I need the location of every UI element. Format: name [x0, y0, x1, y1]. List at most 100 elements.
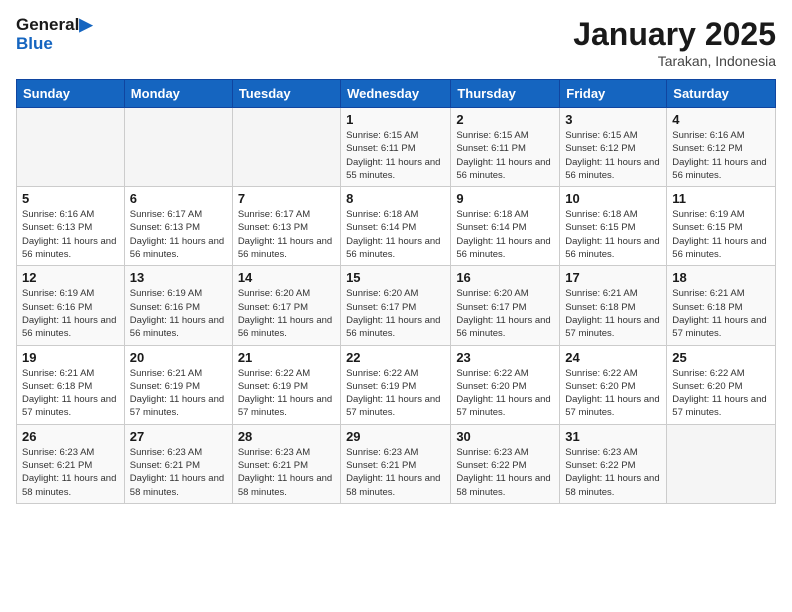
calendar-cell: 11 Sunrise: 6:19 AM Sunset: 6:15 PM Dayli…	[667, 187, 776, 266]
day-number: 1	[346, 112, 445, 127]
day-info: Sunrise: 6:21 AM Sunset: 6:18 PM Dayligh…	[672, 287, 770, 340]
day-info: Sunrise: 6:20 AM Sunset: 6:17 PM Dayligh…	[456, 287, 554, 340]
day-number: 13	[130, 270, 227, 285]
day-info: Sunrise: 6:20 AM Sunset: 6:17 PM Dayligh…	[238, 287, 335, 340]
day-number: 7	[238, 191, 335, 206]
weekday-header: Monday	[124, 80, 232, 108]
day-number: 12	[22, 270, 119, 285]
location-subtitle: Tarakan, Indonesia	[573, 53, 776, 69]
calendar-cell: 25Sunrise: 6:22 AM Sunset: 6:20 PM Dayli…	[667, 345, 776, 424]
day-info: Sunrise: 6:20 AM Sunset: 6:17 PM Dayligh…	[346, 287, 445, 340]
weekday-header: Friday	[560, 80, 667, 108]
calendar-cell: 20 Sunrise: 6:21 AM Sunset: 6:19 PM Dayli…	[124, 345, 232, 424]
calendar-cell: 2 Sunrise: 6:15 AM Sunset: 6:11 PM Daylig…	[451, 108, 560, 187]
logo-wordmark: General▶ Blue	[16, 16, 92, 53]
day-number: 9	[456, 191, 554, 206]
day-info: Sunrise: 6:22 AM Sunset: 6:19 PM Dayligh…	[238, 367, 335, 420]
day-number: 8	[346, 191, 445, 206]
day-info: Sunrise: 6:22 AM Sunset: 6:19 PM Dayligh…	[346, 367, 445, 420]
day-number: 6	[130, 191, 227, 206]
day-number: 23	[456, 350, 554, 365]
day-info: Sunrise: 6:21 AM Sunset: 6:19 PM Dayligh…	[130, 367, 227, 420]
day-info: Sunrise: 6:15 AM Sunset: 6:12 PM Dayligh…	[565, 129, 661, 182]
title-block: January 2025 Tarakan, Indonesia	[573, 16, 776, 69]
day-info: Sunrise: 6:18 AM Sunset: 6:14 PM Dayligh…	[456, 208, 554, 261]
calendar-cell: 5 Sunrise: 6:16 AM Sunset: 6:13 PM Daylig…	[17, 187, 125, 266]
day-number: 5	[22, 191, 119, 206]
calendar-cell: 14 Sunrise: 6:20 AM Sunset: 6:17 PM Dayli…	[232, 266, 340, 345]
day-info: Sunrise: 6:16 AM Sunset: 6:13 PM Dayligh…	[22, 208, 119, 261]
calendar-week-row: 19 Sunrise: 6:21 AM Sunset: 6:18 PM Dayli…	[17, 345, 776, 424]
calendar-cell: 26Sunrise: 6:23 AM Sunset: 6:21 PM Dayli…	[17, 424, 125, 503]
calendar-week-row: 12 Sunrise: 6:19 AM Sunset: 6:16 PM Dayli…	[17, 266, 776, 345]
day-number: 15	[346, 270, 445, 285]
day-number: 30	[456, 429, 554, 444]
calendar-cell: 8 Sunrise: 6:18 AM Sunset: 6:14 PM Daylig…	[341, 187, 451, 266]
day-number: 26	[22, 429, 119, 444]
day-number: 18	[672, 270, 770, 285]
day-info: Sunrise: 6:19 AM Sunset: 6:15 PM Dayligh…	[672, 208, 770, 261]
calendar-cell: 17 Sunrise: 6:21 AM Sunset: 6:18 PM Dayli…	[560, 266, 667, 345]
day-number: 17	[565, 270, 661, 285]
day-info: Sunrise: 6:17 AM Sunset: 6:13 PM Dayligh…	[130, 208, 227, 261]
calendar-cell: 10Sunrise: 6:18 AM Sunset: 6:15 PM Dayli…	[560, 187, 667, 266]
calendar-cell: 3Sunrise: 6:15 AM Sunset: 6:12 PM Daylig…	[560, 108, 667, 187]
calendar-cell: 28Sunrise: 6:23 AM Sunset: 6:21 PM Dayli…	[232, 424, 340, 503]
calendar-cell: 21 Sunrise: 6:22 AM Sunset: 6:19 PM Dayli…	[232, 345, 340, 424]
day-number: 2	[456, 112, 554, 127]
day-number: 22	[346, 350, 445, 365]
day-info: Sunrise: 6:16 AM Sunset: 6:12 PM Dayligh…	[672, 129, 770, 182]
day-number: 31	[565, 429, 661, 444]
weekday-header: Thursday	[451, 80, 560, 108]
page-header: General▶ Blue January 2025 Tarakan, Indo…	[16, 16, 776, 69]
day-info: Sunrise: 6:21 AM Sunset: 6:18 PM Dayligh…	[565, 287, 661, 340]
calendar-cell	[232, 108, 340, 187]
calendar-cell: 12 Sunrise: 6:19 AM Sunset: 6:16 PM Dayli…	[17, 266, 125, 345]
calendar-cell	[667, 424, 776, 503]
calendar-cell: 31 Sunrise: 6:23 AM Sunset: 6:22 PM Dayli…	[560, 424, 667, 503]
day-number: 20	[130, 350, 227, 365]
day-info: Sunrise: 6:15 AM Sunset: 6:11 PM Dayligh…	[456, 129, 554, 182]
calendar-week-row: 1 Sunrise: 6:15 AM Sunset: 6:11 PM Daylig…	[17, 108, 776, 187]
calendar-cell: 13Sunrise: 6:19 AM Sunset: 6:16 PM Dayli…	[124, 266, 232, 345]
day-number: 21	[238, 350, 335, 365]
day-number: 19	[22, 350, 119, 365]
calendar-cell: 29Sunrise: 6:23 AM Sunset: 6:21 PM Dayli…	[341, 424, 451, 503]
calendar-week-row: 5 Sunrise: 6:16 AM Sunset: 6:13 PM Daylig…	[17, 187, 776, 266]
calendar-cell: 9 Sunrise: 6:18 AM Sunset: 6:14 PM Daylig…	[451, 187, 560, 266]
calendar-cell: 27 Sunrise: 6:23 AM Sunset: 6:21 PM Dayli…	[124, 424, 232, 503]
calendar-cell: 24 Sunrise: 6:22 AM Sunset: 6:20 PM Dayli…	[560, 345, 667, 424]
day-info: Sunrise: 6:22 AM Sunset: 6:20 PM Dayligh…	[565, 367, 661, 420]
calendar-cell: 7Sunrise: 6:17 AM Sunset: 6:13 PM Daylig…	[232, 187, 340, 266]
calendar-cell: 1 Sunrise: 6:15 AM Sunset: 6:11 PM Daylig…	[341, 108, 451, 187]
day-info: Sunrise: 6:23 AM Sunset: 6:22 PM Dayligh…	[565, 446, 661, 499]
weekday-header: Tuesday	[232, 80, 340, 108]
weekday-header: Sunday	[17, 80, 125, 108]
calendar-cell: 18 Sunrise: 6:21 AM Sunset: 6:18 PM Dayli…	[667, 266, 776, 345]
day-info: Sunrise: 6:21 AM Sunset: 6:18 PM Dayligh…	[22, 367, 119, 420]
day-info: Sunrise: 6:23 AM Sunset: 6:21 PM Dayligh…	[130, 446, 227, 499]
day-info: Sunrise: 6:18 AM Sunset: 6:14 PM Dayligh…	[346, 208, 445, 261]
weekday-header: Saturday	[667, 80, 776, 108]
calendar-cell: 6 Sunrise: 6:17 AM Sunset: 6:13 PM Daylig…	[124, 187, 232, 266]
day-info: Sunrise: 6:18 AM Sunset: 6:15 PM Dayligh…	[565, 208, 661, 261]
day-number: 27	[130, 429, 227, 444]
calendar-week-row: 26 Sunrise: 6:23 AM Sunset: 6:21 PM Dayli…	[17, 424, 776, 503]
day-info: Sunrise: 6:22 AM Sunset: 6:20 PM Dayligh…	[456, 367, 554, 420]
day-info: Sunrise: 6:23 AM Sunset: 6:21 PM Dayligh…	[238, 446, 335, 499]
day-number: 24	[565, 350, 661, 365]
calendar-cell: 23 Sunrise: 6:22 AM Sunset: 6:20 PM Dayli…	[451, 345, 560, 424]
day-number: 14	[238, 270, 335, 285]
calendar-table: SundayMondayTuesdayWednesdayThursdayFrid…	[16, 79, 776, 504]
day-number: 11	[672, 191, 770, 206]
day-info: Sunrise: 6:19 AM Sunset: 6:16 PM Dayligh…	[22, 287, 119, 340]
day-info: Sunrise: 6:15 AM Sunset: 6:11 PM Dayligh…	[346, 129, 445, 182]
calendar-cell: 30 Sunrise: 6:23 AM Sunset: 6:22 PM Dayli…	[451, 424, 560, 503]
day-info: Sunrise: 6:23 AM Sunset: 6:22 PM Dayligh…	[456, 446, 554, 499]
day-number: 16	[456, 270, 554, 285]
month-title: January 2025	[573, 16, 776, 53]
calendar-cell: 16 Sunrise: 6:20 AM Sunset: 6:17 PM Dayli…	[451, 266, 560, 345]
day-info: Sunrise: 6:23 AM Sunset: 6:21 PM Dayligh…	[346, 446, 445, 499]
calendar-cell: 15 Sunrise: 6:20 AM Sunset: 6:17 PM Dayli…	[341, 266, 451, 345]
weekday-header-row: SundayMondayTuesdayWednesdayThursdayFrid…	[17, 80, 776, 108]
